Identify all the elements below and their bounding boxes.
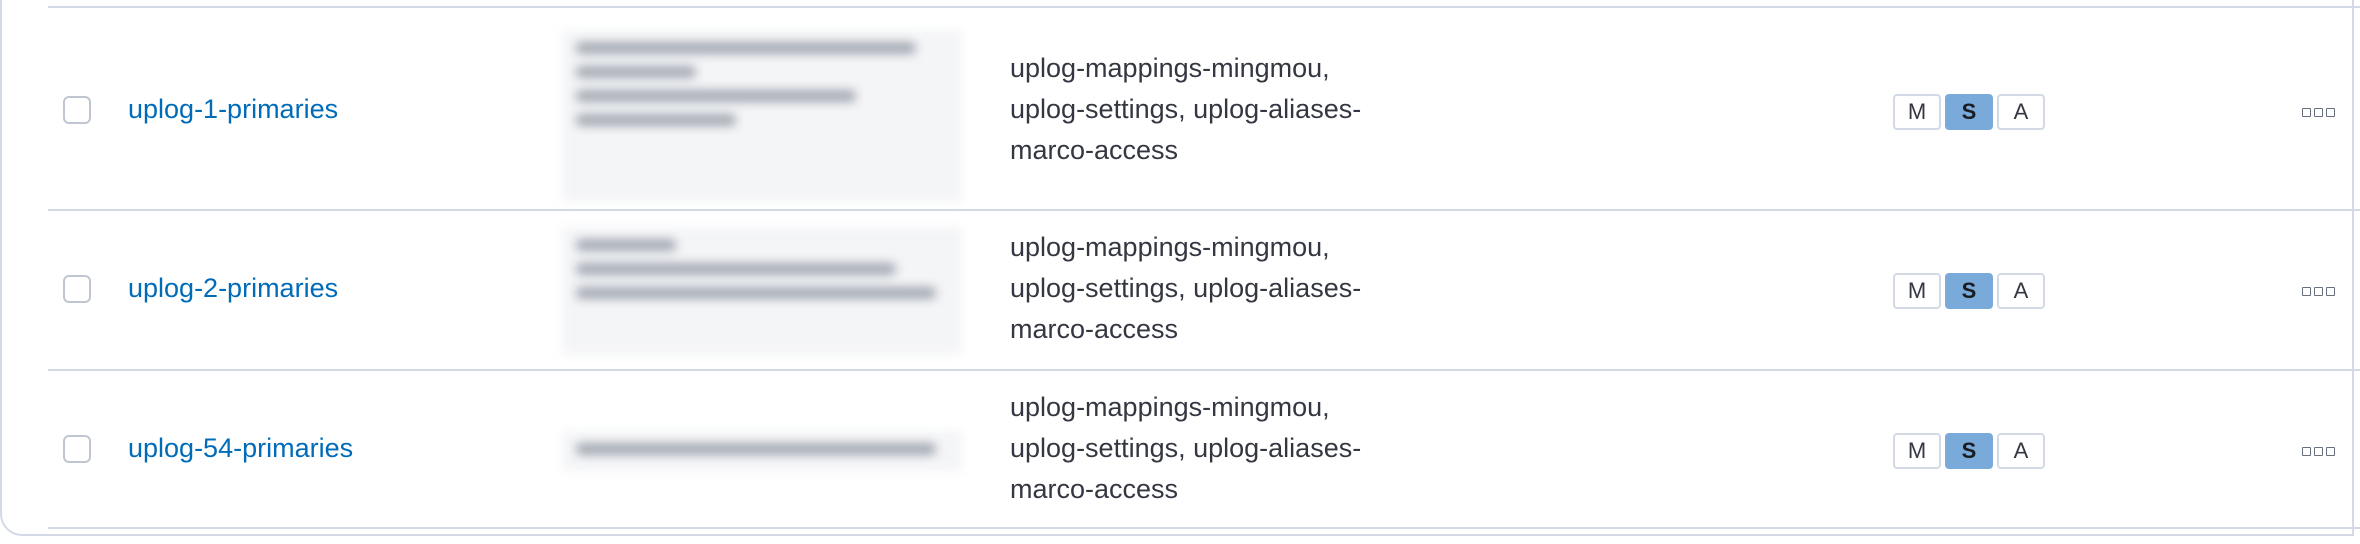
component-templates-list: uplog-mappings-mingmou, uplog-settings, …: [1010, 392, 1362, 504]
template-name-link[interactable]: uplog-1-primaries: [128, 94, 338, 125]
aliases-badge: A: [1997, 273, 2045, 309]
table-panel: uplog-1-primaries uplog-mappings-mingmou…: [0, 0, 2360, 536]
content-badges: M S A: [1893, 273, 2045, 309]
mappings-badge: M: [1893, 273, 1941, 309]
row-select-checkbox[interactable]: [63, 275, 91, 303]
mappings-badge: M: [1893, 94, 1941, 130]
more-horizontal-icon[interactable]: [2302, 444, 2336, 458]
template-name-link[interactable]: uplog-2-primaries: [128, 273, 338, 304]
settings-badge: S: [1945, 94, 1993, 130]
settings-badge: S: [1945, 433, 1993, 469]
template-name-link[interactable]: uplog-54-primaries: [128, 433, 353, 464]
component-templates-list: uplog-mappings-mingmou, uplog-settings, …: [1010, 232, 1362, 344]
table-row: uplog-1-primaries uplog-mappings-mingmou…: [48, 6, 2360, 209]
content-badges: M S A: [1893, 433, 2045, 469]
table-row: uplog-54-primaries uplog-mappings-mingmo…: [48, 369, 2360, 529]
mappings-badge: M: [1893, 433, 1941, 469]
composable-templates-table: uplog-1-primaries uplog-mappings-mingmou…: [48, 6, 2360, 529]
redacted-index-patterns: [562, 431, 962, 471]
more-horizontal-icon[interactable]: [2302, 284, 2336, 298]
more-horizontal-icon[interactable]: [2302, 105, 2336, 119]
redacted-index-patterns: [562, 30, 962, 202]
aliases-badge: A: [1997, 94, 2045, 130]
settings-badge: S: [1945, 273, 1993, 309]
content-badges: M S A: [1893, 94, 2045, 130]
row-select-checkbox[interactable]: [63, 435, 91, 463]
row-select-checkbox[interactable]: [63, 96, 91, 124]
aliases-badge: A: [1997, 433, 2045, 469]
redacted-index-patterns: [562, 227, 962, 355]
table-row: uplog-2-primaries uplog-mappings-mingmou…: [48, 209, 2360, 369]
component-templates-list: uplog-mappings-mingmou, uplog-settings, …: [1010, 53, 1362, 165]
